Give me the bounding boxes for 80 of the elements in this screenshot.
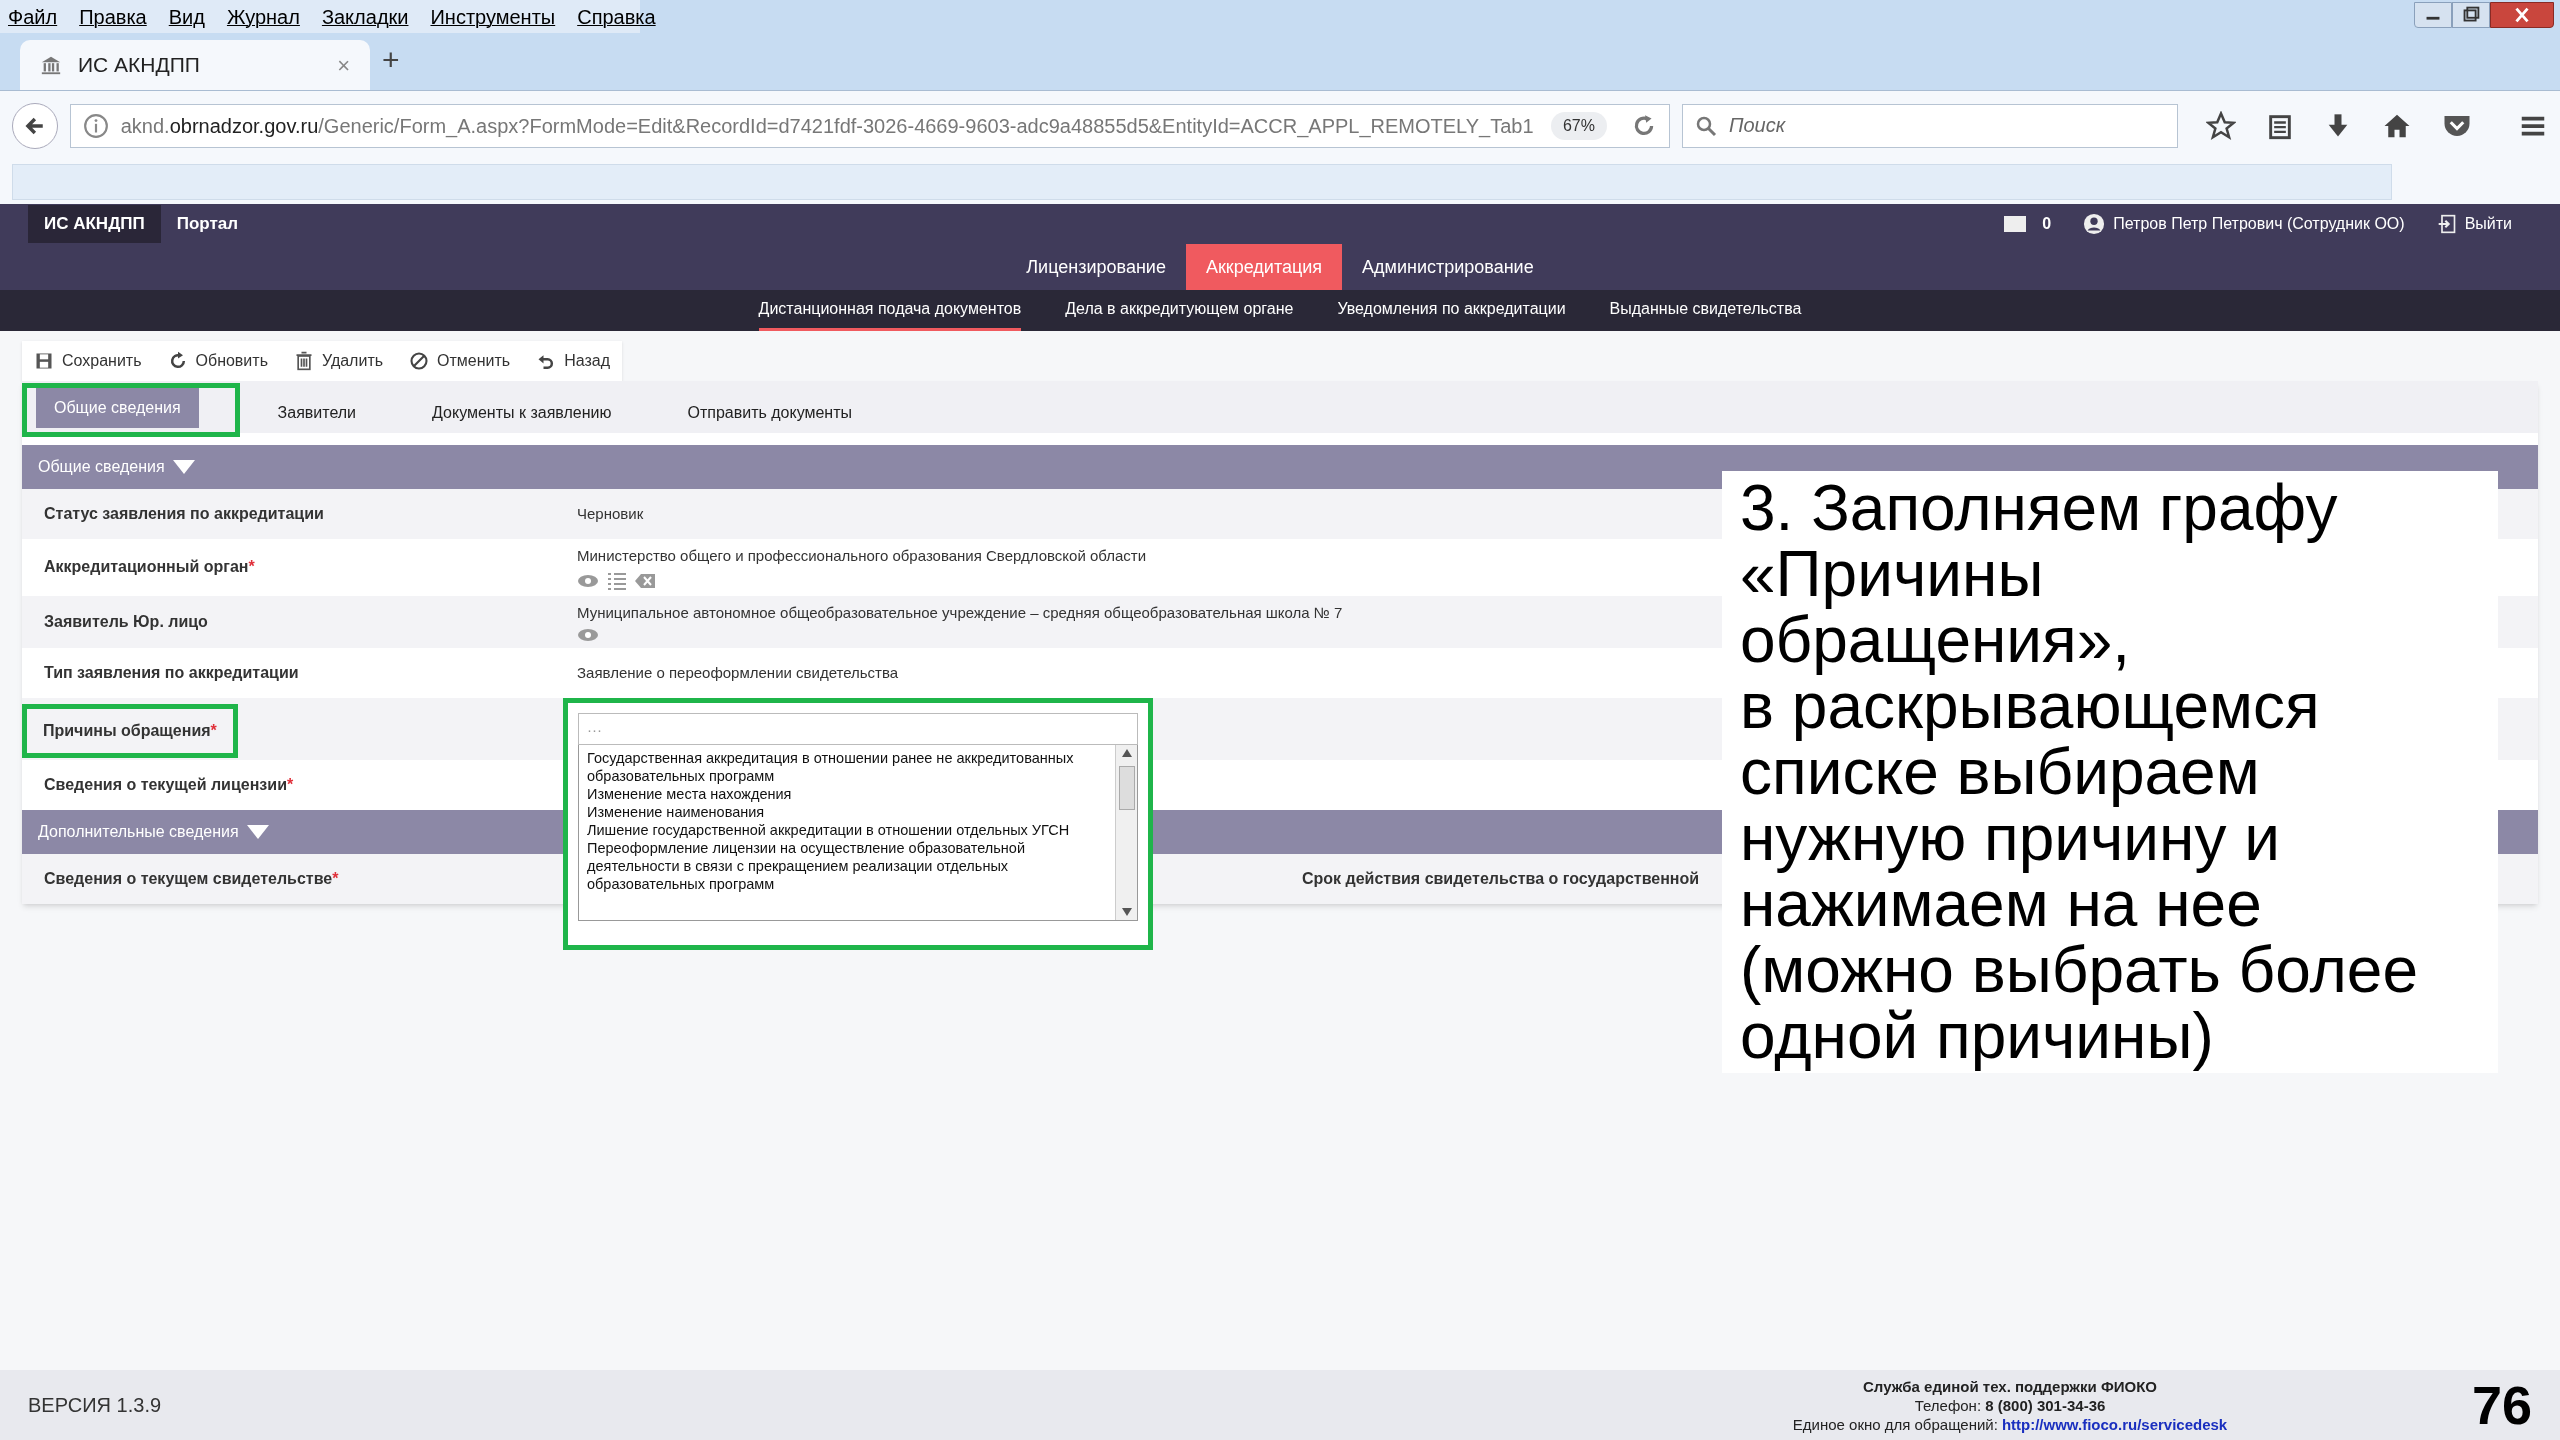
scrollbar[interactable]: [1115, 745, 1137, 920]
form-tab[interactable]: Отправить документы: [669, 393, 871, 433]
zoom-level-badge[interactable]: 67%: [1550, 111, 1607, 140]
field-label: Срок действия свидетельства о государственной: [1302, 869, 1700, 889]
back-button[interactable]: Назад: [536, 349, 610, 373]
subnav-tab[interactable]: Дистанционная подача документов: [758, 290, 1022, 331]
support-title: Служба единой тех. поддержки ФИОКО: [1863, 1376, 2157, 1396]
menu-item[interactable]: Правка: [79, 1, 147, 32]
field-label: Статус заявления по аккредитации: [44, 504, 324, 524]
page-number: 76: [2471, 1373, 2532, 1437]
list-option[interactable]: Изменение места нахождения: [587, 785, 1107, 803]
back-icon[interactable]: [12, 102, 58, 149]
portal-link[interactable]: Портал: [160, 211, 255, 237]
field-value: Черновик: [577, 503, 644, 524]
cancel-button[interactable]: Отменить: [409, 349, 511, 373]
browser-tab[interactable]: ИС АКНДПП ×: [20, 40, 370, 90]
field-label: Аккредитационный орган*: [44, 557, 255, 578]
field-value: Заявление о переоформлении свидетельства: [577, 662, 899, 683]
user-name[interactable]: Петров Петр Петрович (Сотрудник ОО): [2113, 212, 2405, 236]
refresh-button[interactable]: Обновить: [167, 349, 268, 373]
restore-icon[interactable]: [2452, 2, 2490, 28]
address-bar[interactable]: aknd.obrnadzor.gov.ru/Generic/Form_A.aspx?FormMode=Edit&RecordId=d7421fdf-3026-4669-9603-adc9a48855d5&EntityId=ACCR_APPL_REMOTELY_Tab1 67%: [69, 103, 1670, 148]
eye-icon[interactable]: [577, 628, 599, 642]
eye-icon[interactable]: [577, 573, 599, 588]
new-tab-button[interactable]: +: [382, 37, 400, 82]
message-count: 0: [2042, 214, 2052, 234]
down-arrow-icon: [1121, 908, 1132, 916]
field-label: Сведения о текущем свидетельстве*: [44, 869, 339, 889]
support-window-label: Единое окно для обращений:: [1792, 1414, 1998, 1434]
support-link[interactable]: http://www.fioco.ru/servicedesk: [2001, 1414, 2228, 1434]
up-arrow-icon: [1121, 749, 1132, 757]
caret-icon: [172, 460, 195, 474]
subnav-tab[interactable]: Выданные свидетельства: [1609, 290, 1802, 331]
form-tab[interactable]: Заявители: [259, 393, 375, 433]
version-label: ВЕРСИЯ 1.3.9: [28, 1393, 162, 1418]
envelope-icon[interactable]: [2004, 216, 2027, 232]
subnav-tab[interactable]: Уведомления по аккредитации: [1337, 290, 1566, 331]
close-icon[interactable]: [2490, 2, 2554, 28]
tab-title: ИС АКНДПП: [78, 52, 201, 79]
save-button[interactable]: Сохранить: [34, 349, 142, 373]
menu-item[interactable]: Справка: [577, 1, 656, 32]
list-icon[interactable]: [607, 571, 627, 590]
form-tab[interactable]: Документы к заявлению: [414, 393, 630, 433]
subnav-tab[interactable]: Дела в аккредитующем органе: [1065, 290, 1294, 331]
clear-icon[interactable]: [635, 572, 655, 589]
cancel-icon: [409, 351, 430, 371]
list-option[interactable]: Государственная аккредитация в отношении ранее не аккредитованных образовательных программ: [587, 749, 1107, 785]
star-icon[interactable]: [2206, 110, 2236, 141]
url-text: aknd.obrnadzor.gov.ru/Generic/Form_A.aspx?FormMode=Edit&RecordId=d7421fdf-3026-4669-9603-adc9a48855d5&EntityId=ACCR_APPL_REMOTELY_Tab1: [120, 113, 1535, 140]
annotation-tooltip: 3. Заполняем графу «Причины обращения», в раскрывающемся списке выбираем нужную причину и нажимаем на нее (можно выбрать более одной причины): [1722, 471, 2498, 1073]
field-label: Причины обращения*: [22, 704, 238, 758]
caret-icon: [246, 825, 269, 839]
options-listbox[interactable]: [578, 745, 1138, 921]
section-title: Дополнительные сведения: [38, 822, 239, 842]
nav-tab[interactable]: Лицензирование: [1006, 244, 1186, 290]
menu-item[interactable]: Журнал: [226, 1, 300, 32]
field-value: Муниципальное автономное общеобразовательное учреждение – средняя общеобразовательная школа № 7: [577, 602, 1343, 623]
list-option[interactable]: Лишение государственной аккредитации в отношении отдельных УГСН: [587, 821, 1107, 839]
brand-logo[interactable]: ИС АКНДПП: [28, 205, 161, 243]
scrollbar-thumb[interactable]: [1118, 765, 1135, 810]
support-phone: Телефон: 8 (800) 301-34-36: [1914, 1395, 2106, 1415]
field-value: Министерство общего и профессионального образования Свердловской области: [577, 546, 1147, 566]
menu-item[interactable]: Файл: [8, 1, 58, 32]
minimize-icon[interactable]: [2414, 2, 2452, 28]
field-label: Заявитель Юр. лицо: [44, 611, 208, 632]
user-circle-icon: [2083, 213, 2106, 235]
search-field[interactable]: Поиск: [1682, 103, 2178, 148]
section-title: Общие сведения: [38, 457, 165, 477]
field-label: Тип заявления по аккредитации: [44, 663, 299, 683]
menu-item[interactable]: Закладки: [321, 1, 409, 32]
delete-button[interactable]: Удалить: [293, 349, 384, 373]
reasons-input[interactable]: ···: [578, 713, 1138, 745]
menu-item[interactable]: Инструменты: [430, 1, 556, 32]
bank-icon: [40, 54, 62, 76]
logout-icon[interactable]: [2436, 214, 2457, 234]
menu-item[interactable]: Вид: [168, 1, 205, 32]
field-label: Сведения о текущей лицензии*: [44, 775, 294, 795]
info-icon: [82, 112, 109, 139]
logout-link[interactable]: Выйти: [2464, 212, 2512, 236]
nav-tab[interactable]: Администрирование: [1342, 244, 1554, 290]
